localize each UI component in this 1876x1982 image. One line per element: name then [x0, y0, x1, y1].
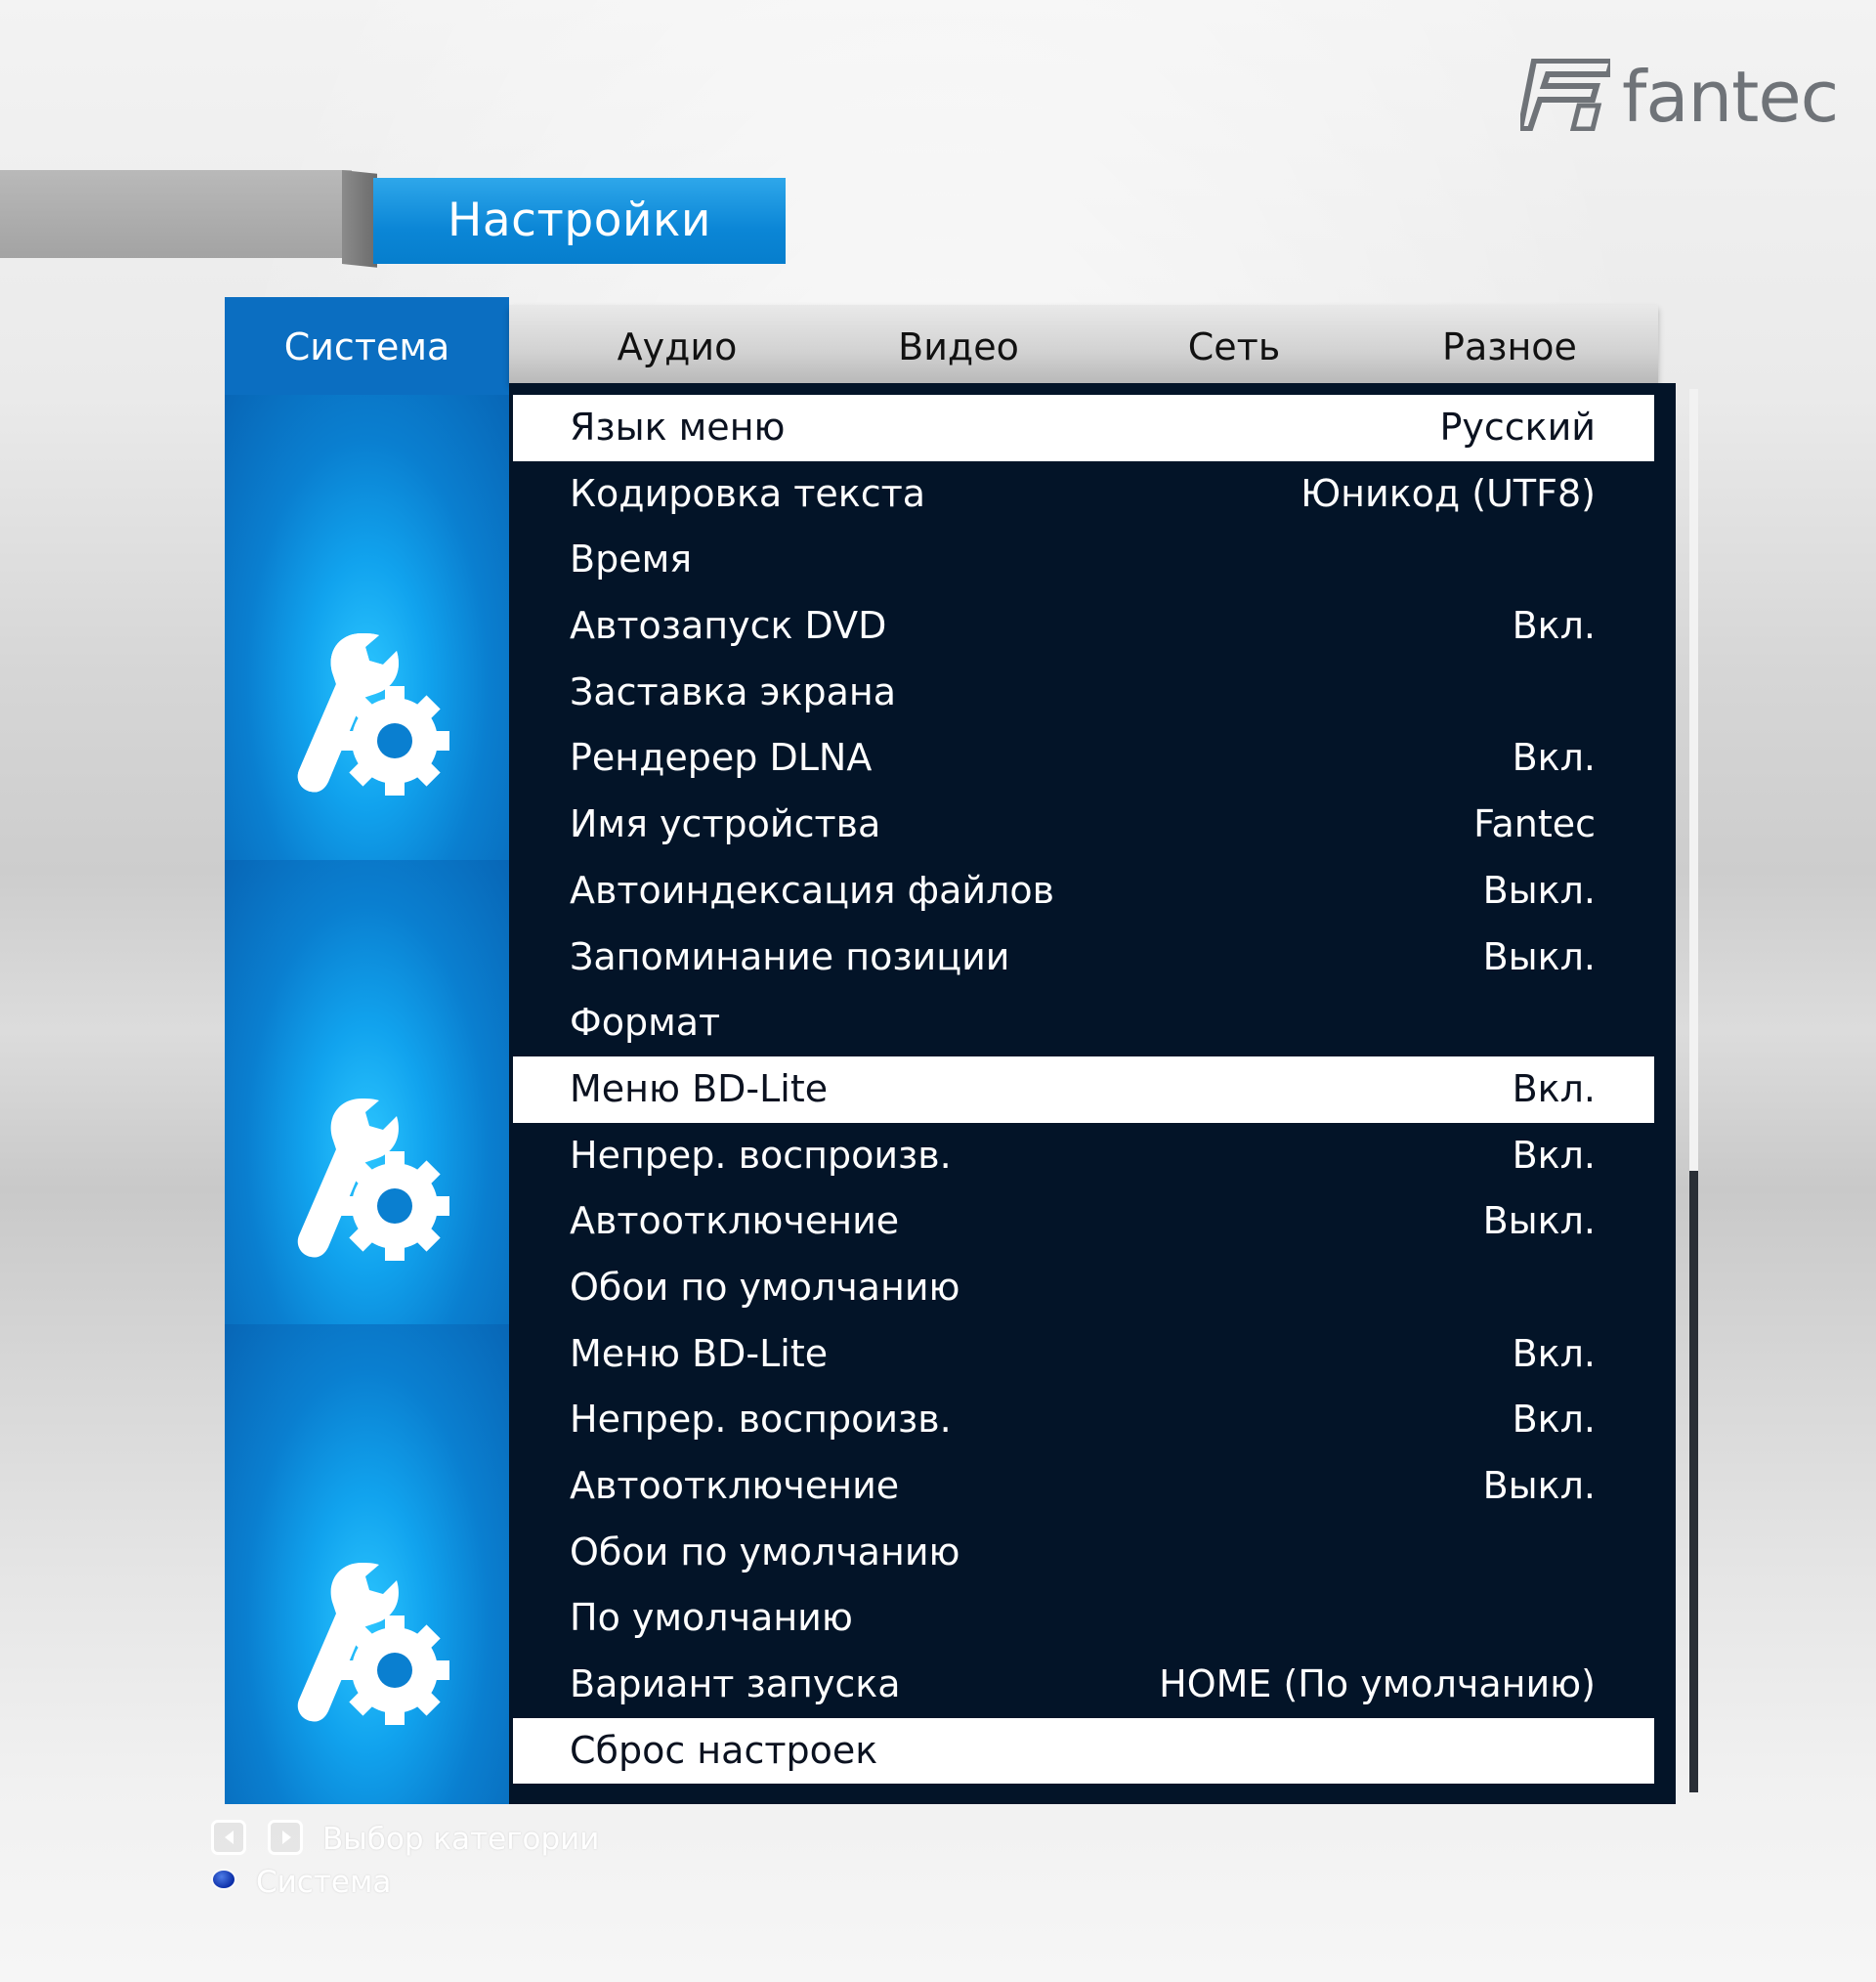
- setting-value: Вкл.: [1512, 604, 1596, 648]
- setting-label: Время: [570, 538, 693, 582]
- setting-value: Вкл.: [1512, 1066, 1596, 1110]
- setting-row[interactable]: По умолчанию: [513, 1585, 1654, 1652]
- tab-network[interactable]: Сеть: [1127, 305, 1342, 383]
- setting-row[interactable]: Запоминание позиции Выкл.: [513, 925, 1654, 991]
- wrench-gear-icon: [297, 1099, 449, 1261]
- wrench-gear-icon: [297, 633, 449, 796]
- setting-label: По умолчанию: [570, 1596, 853, 1640]
- setting-label: Автоиндексация файлов: [570, 868, 1055, 912]
- setting-label: Сброс настроек: [570, 1728, 878, 1772]
- tab-audio[interactable]: Аудио: [570, 305, 785, 383]
- category-block: [225, 1324, 509, 1804]
- setting-value: HOME (По умолчанию): [1159, 1662, 1596, 1706]
- tab-bar: Аудио Видео Сеть Разное: [509, 305, 1658, 383]
- fantec-logo: fantec: [1520, 53, 1839, 141]
- help-hint-text: Выбор категории: [322, 1822, 600, 1857]
- setting-value: Вкл.: [1512, 1398, 1596, 1442]
- category-block: [225, 395, 509, 860]
- tab-misc[interactable]: Разное: [1402, 305, 1617, 383]
- setting-value: Выкл.: [1482, 1199, 1596, 1243]
- setting-row[interactable]: Обои по умолчанию: [513, 1255, 1654, 1321]
- setting-label: Формат: [570, 1001, 721, 1045]
- setting-label: Автоотключение: [570, 1464, 900, 1507]
- setting-label: Обои по умолчанию: [570, 1530, 960, 1573]
- setting-row[interactable]: Сброс настроек: [513, 1717, 1654, 1785]
- setting-row[interactable]: Автоотключение Выкл.: [513, 1188, 1654, 1255]
- setting-row[interactable]: Кодировка текста Юникод (UTF8): [513, 461, 1654, 528]
- setting-value: Выкл.: [1482, 1464, 1596, 1507]
- setting-row[interactable]: Непрер. воспроизв. Вкл.: [513, 1123, 1654, 1189]
- setting-label: Язык меню: [570, 406, 786, 449]
- setting-label: Непрер. воспроизв.: [570, 1133, 952, 1177]
- setting-value: Fantec: [1473, 802, 1596, 846]
- setting-value: Выкл.: [1482, 868, 1596, 912]
- setting-value: Вкл.: [1512, 1133, 1596, 1177]
- setting-value: Юникод (UTF8): [1300, 471, 1596, 515]
- blue-dot-icon: [213, 1871, 234, 1888]
- settings-list-panel: Язык меню Русский Кодировка текста Юникод (…: [509, 383, 1676, 1804]
- page-title: Настройки: [373, 178, 786, 264]
- setting-value: Русский: [1439, 406, 1596, 449]
- category-label[interactable]: Система: [225, 297, 509, 395]
- tab-video[interactable]: Видео: [851, 305, 1066, 383]
- settings-list: Язык меню Русский Кодировка текста Юникод (…: [513, 395, 1654, 1785]
- fantec-logo-mark-icon: [1520, 59, 1610, 131]
- setting-label: Заставка экрана: [570, 669, 897, 713]
- arrow-right-icon: [268, 1820, 303, 1855]
- setting-row[interactable]: Заставка экрана: [513, 660, 1654, 726]
- help-bar: Выбор категории Система: [211, 1820, 895, 1908]
- setting-row[interactable]: Имя устройства Fantec: [513, 792, 1654, 858]
- setting-value: Выкл.: [1482, 934, 1596, 978]
- setting-label: Имя устройства: [570, 802, 881, 846]
- setting-row[interactable]: Обои по умолчанию: [513, 1520, 1654, 1586]
- setting-label: Непрер. воспроизв.: [570, 1398, 952, 1442]
- arrow-left-icon: [211, 1820, 246, 1855]
- title-bar-accent: [0, 170, 352, 258]
- fantec-logo-text: fantec: [1622, 56, 1839, 138]
- setting-label: Вариант запуска: [570, 1662, 901, 1706]
- setting-row[interactable]: Меню BD-Lite Вкл.: [513, 1321, 1654, 1388]
- setting-value: Вкл.: [1512, 736, 1596, 780]
- setting-value: Вкл.: [1512, 1331, 1596, 1375]
- category-panel: Система: [225, 297, 509, 1804]
- setting-row[interactable]: Рендерер DLNA Вкл.: [513, 725, 1654, 792]
- setting-label: Меню BD-Lite: [570, 1331, 829, 1375]
- setting-label: Автозапуск DVD: [570, 604, 887, 648]
- setting-label: Обои по умолчанию: [570, 1265, 960, 1309]
- scrollbar-thumb[interactable]: [1689, 389, 1698, 1171]
- help-system-text: Система: [256, 1865, 392, 1900]
- setting-label: Автоотключение: [570, 1199, 900, 1243]
- setting-label: Меню BD-Lite: [570, 1066, 829, 1110]
- setting-row[interactable]: Вариант запуска HOME (По умолчанию): [513, 1652, 1654, 1718]
- wrench-gear-icon: [297, 1563, 449, 1725]
- setting-row[interactable]: Непрер. воспроизв. Вкл.: [513, 1387, 1654, 1453]
- setting-row[interactable]: Автоотключение Выкл.: [513, 1453, 1654, 1520]
- setting-row[interactable]: Меню BD-Lite Вкл.: [513, 1056, 1654, 1123]
- setting-row[interactable]: Время: [513, 527, 1654, 593]
- category-block: [225, 860, 509, 1324]
- title-bar-notch: [342, 170, 377, 268]
- setting-label: Запоминание позиции: [570, 934, 1010, 978]
- setting-label: Кодировка текста: [570, 471, 926, 515]
- setting-row[interactable]: Формат: [513, 990, 1654, 1056]
- setting-row[interactable]: Язык меню Русский: [513, 395, 1654, 461]
- setting-row[interactable]: Автоиндексация файлов Выкл.: [513, 858, 1654, 925]
- setting-label: Рендерер DLNA: [570, 736, 873, 780]
- setting-row[interactable]: Автозапуск DVD Вкл.: [513, 593, 1654, 660]
